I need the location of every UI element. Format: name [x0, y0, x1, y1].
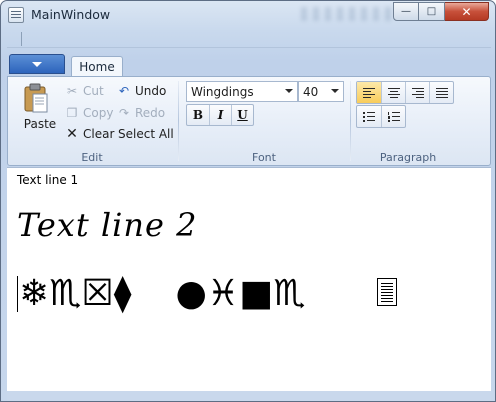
font-group: Wingdings 40 B I U Font: [180, 77, 348, 165]
redo-button[interactable]: ↷ Redo: [116, 104, 165, 122]
copy-button[interactable]: ❐ Copy: [64, 104, 114, 122]
wingdings-run-2: ●♓■♏: [175, 273, 306, 314]
text-caret: [17, 276, 18, 312]
justify-icon: [435, 87, 448, 98]
close-icon: ✕: [461, 4, 472, 19]
quick-access-toolbar: [7, 30, 491, 48]
chevron-down-icon: [331, 89, 339, 93]
minimize-icon: —: [401, 6, 411, 17]
close-button[interactable]: ✕: [445, 2, 489, 21]
alignment-buttons: [356, 81, 454, 104]
group-separator: [178, 81, 179, 161]
editor-line-3: ❄♏☒⧫ ●♓■♏: [19, 272, 305, 316]
cut-button[interactable]: ✂ Cut: [64, 82, 104, 100]
align-right-icon: [411, 87, 424, 98]
list-buttons: [356, 105, 406, 128]
italic-icon: I: [217, 108, 224, 122]
redo-icon: ↷: [118, 106, 130, 120]
editor-line-1: Text line 1: [17, 173, 79, 187]
quick-access-separator: [21, 32, 22, 46]
paragraph-group-label: Paragraph: [379, 151, 437, 164]
undo-button[interactable]: ↶ Undo: [116, 82, 166, 100]
underline-icon: U: [237, 108, 248, 122]
chevron-down-icon: [32, 61, 42, 67]
main-window: MainWindow — □ ✕ Home Paste ✂ Cut ❐ Copy…: [0, 0, 496, 402]
window-icon[interactable]: [8, 7, 24, 23]
font-size-combo[interactable]: 40: [298, 81, 344, 102]
window-title: MainWindow: [31, 7, 111, 22]
paragraph-group: Paragraph: [352, 77, 464, 165]
font-family-value: Wingdings: [191, 84, 254, 99]
maximize-icon: □: [426, 6, 437, 17]
justify-button[interactable]: [429, 82, 453, 103]
window-bottom-border: [7, 391, 491, 401]
font-group-label: Font: [252, 151, 276, 164]
italic-button[interactable]: I: [209, 105, 231, 125]
tab-home[interactable]: Home: [71, 56, 123, 77]
align-left-button[interactable]: [357, 82, 381, 103]
ribbon-panel: Paste ✂ Cut ❐ Copy ✕ Clear ↶ Undo ↷ Redo: [7, 76, 491, 166]
font-size-value: 40: [303, 84, 319, 99]
application-menu-button[interactable]: [9, 54, 65, 74]
editor-line-2: Text line 2: [17, 206, 198, 244]
group-separator: [350, 81, 351, 161]
numbered-list-button[interactable]: [381, 106, 405, 127]
copy-icon: ❐: [66, 106, 78, 120]
underline-button[interactable]: U: [231, 105, 253, 125]
background-blur-decoration: [301, 7, 391, 21]
chevron-down-icon: [285, 89, 293, 93]
minimize-button[interactable]: —: [393, 2, 419, 21]
undo-icon: ↶: [118, 84, 130, 98]
align-center-icon: [387, 87, 400, 98]
align-center-button[interactable]: [381, 82, 405, 103]
bold-button[interactable]: B: [187, 105, 209, 125]
clear-x-icon: ✕: [66, 126, 78, 142]
clear-button[interactable]: ✕ Clear: [64, 125, 114, 143]
paste-label: Paste: [23, 117, 57, 131]
bold-icon: B: [192, 108, 204, 122]
numbered-list-icon: [387, 111, 400, 122]
select-all-button[interactable]: Select All: [118, 125, 174, 143]
align-left-icon: [363, 87, 375, 98]
title-bar[interactable]: MainWindow — □ ✕: [1, 1, 495, 29]
clipboard-icon: [24, 83, 48, 113]
redo-label: Redo: [135, 106, 166, 120]
align-right-button[interactable]: [405, 82, 429, 103]
cut-label: Cut: [83, 84, 104, 98]
edit-group-label: Edit: [81, 151, 103, 164]
paste-button[interactable]: Paste: [16, 81, 56, 135]
wingdings-run-1: ❄♏☒⧫: [19, 273, 132, 314]
bullet-list-icon: [363, 111, 375, 122]
caption-buttons: — □ ✕: [393, 2, 489, 22]
select-all-label: Select All: [118, 127, 174, 141]
scissors-icon: ✂: [66, 84, 78, 98]
clear-label: Clear: [83, 127, 115, 141]
font-format-buttons: B I U: [186, 104, 254, 126]
undo-label: Undo: [135, 84, 167, 98]
bullet-list-button[interactable]: [357, 106, 381, 127]
font-family-combo[interactable]: Wingdings: [186, 81, 298, 102]
maximize-button[interactable]: □: [419, 2, 445, 21]
edit-group: Paste ✂ Cut ❐ Copy ✕ Clear ↶ Undo ↷ Redo: [8, 77, 176, 165]
rich-text-editor[interactable]: Text line 1 Text line 2 ❄♏☒⧫ ●♓■♏: [7, 167, 491, 391]
document-lines-glyph-icon: [377, 278, 397, 306]
copy-label: Copy: [83, 106, 114, 120]
